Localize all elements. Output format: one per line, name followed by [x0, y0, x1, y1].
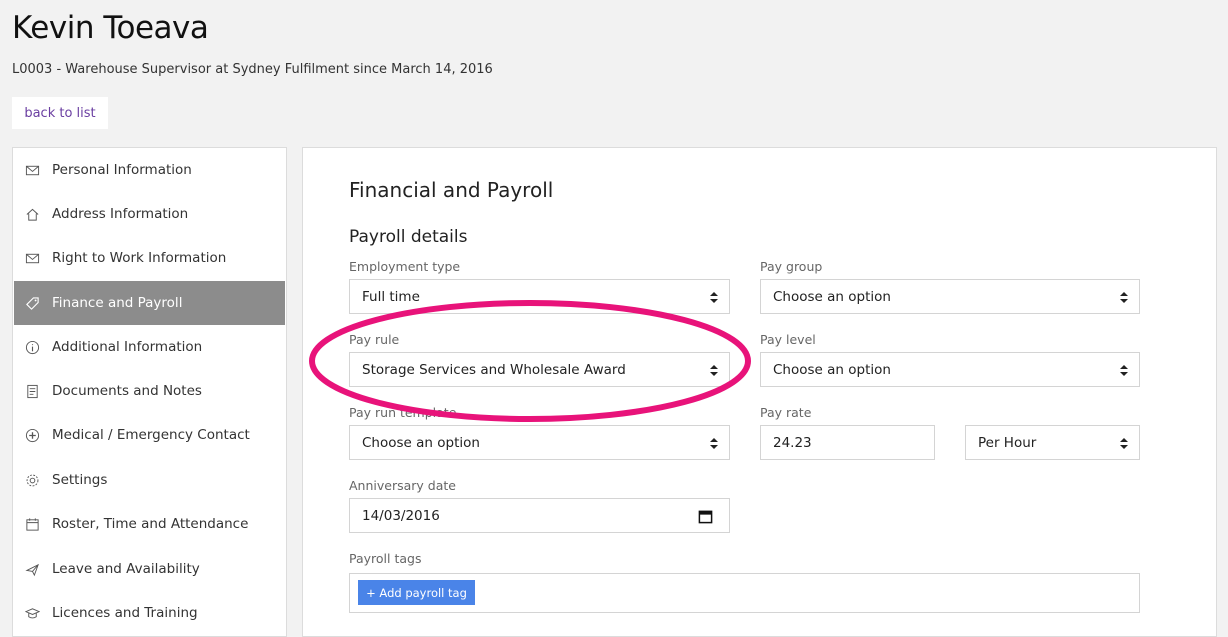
plane-icon [24, 561, 40, 577]
sidebar-item-right-to-work[interactable]: Right to Work Information [14, 236, 285, 280]
medical-plus-icon [24, 427, 40, 443]
select-arrows-icon [1120, 365, 1128, 376]
select-arrows-icon [710, 438, 718, 449]
sidebar-item-personal-information[interactable]: Personal Information [14, 148, 285, 192]
pay-run-template-value: Choose an option [362, 434, 480, 451]
employment-type-label: Employment type [349, 259, 461, 274]
info-icon [24, 339, 40, 355]
main-panel [302, 147, 1217, 637]
sidebar-item-label: Settings [52, 472, 108, 488]
pay-rate-input[interactable]: 24.23 [760, 425, 935, 460]
select-arrows-icon [710, 292, 718, 303]
sidebar-item-label: Documents and Notes [52, 383, 202, 399]
pay-level-label: Pay level [760, 332, 816, 347]
sidebar-item-leave-availability[interactable]: Leave and Availability [14, 547, 285, 591]
pay-rate-unit-value: Per Hour [978, 434, 1037, 451]
anniversary-date-label: Anniversary date [349, 478, 456, 493]
pay-level-select[interactable]: Choose an option [760, 352, 1140, 387]
sidebar-item-label: Roster, Time and Attendance [52, 516, 249, 532]
pay-rule-label: Pay rule [349, 332, 400, 347]
graduation-icon [24, 605, 40, 621]
pay-group-select[interactable]: Choose an option [760, 279, 1140, 314]
select-arrows-icon [710, 365, 718, 376]
pay-group-label: Pay group [760, 259, 823, 274]
employment-type-select[interactable]: Full time [349, 279, 730, 314]
envelope-icon [24, 162, 40, 178]
employment-type-value: Full time [362, 288, 420, 305]
sidebar-item-medical-emergency[interactable]: Medical / Emergency Contact [14, 413, 285, 457]
anniversary-date-value: 14/03/2016 [362, 507, 440, 524]
pay-rate-unit-select[interactable]: Per Hour [965, 425, 1140, 460]
envelope-icon [24, 250, 40, 266]
sidebar-item-label: Leave and Availability [52, 561, 200, 577]
back-to-list-button[interactable]: back to list [12, 97, 108, 129]
pay-rule-select[interactable]: Storage Services and Wholesale Award [349, 352, 730, 387]
select-arrows-icon [1120, 438, 1128, 449]
tag-icon [24, 295, 40, 311]
pay-rate-value: 24.23 [773, 434, 812, 451]
page-title: Financial and Payroll [349, 178, 554, 202]
select-arrows-icon [1120, 292, 1128, 303]
sidebar-item-label: Additional Information [52, 339, 203, 355]
calendar-icon[interactable] [698, 509, 713, 524]
sidebar-item-additional-information[interactable]: Additional Information [14, 325, 285, 369]
employee-name: Kevin Toeava [12, 10, 209, 46]
pay-rule-value: Storage Services and Wholesale Award [362, 361, 626, 378]
calendar-icon [24, 516, 40, 532]
add-payroll-tag-button[interactable]: + Add payroll tag [358, 580, 475, 605]
anniversary-date-input[interactable]: 14/03/2016 [349, 498, 730, 533]
pay-run-template-select[interactable]: Choose an option [349, 425, 730, 460]
sidebar-item-address-information[interactable]: Address Information [14, 192, 285, 236]
payroll-tags-label: Payroll tags [349, 551, 422, 566]
sidebar-item-documents-and-notes[interactable]: Documents and Notes [14, 369, 285, 413]
home-icon [24, 206, 40, 222]
section-title: Payroll details [349, 227, 468, 247]
sidebar-item-label: Medical / Emergency Contact [52, 427, 250, 443]
pay-group-value: Choose an option [773, 288, 891, 305]
sidebar-item-label: Right to Work Information [52, 250, 227, 266]
sidebar-item-label: Finance and Payroll [52, 295, 183, 311]
document-icon [24, 383, 40, 399]
pay-rate-label: Pay rate [760, 405, 812, 420]
pay-run-template-label: Pay run template [349, 405, 457, 420]
sidebar-item-label: Personal Information [52, 162, 192, 178]
sidebar: Personal Information Address Information… [12, 147, 287, 637]
sidebar-item-finance-and-payroll[interactable]: Finance and Payroll [14, 281, 285, 325]
sidebar-item-label: Address Information [52, 206, 189, 222]
gear-icon [24, 472, 40, 488]
sidebar-item-settings[interactable]: Settings [14, 458, 285, 502]
pay-level-value: Choose an option [773, 361, 891, 378]
sidebar-item-roster-time-attendance[interactable]: Roster, Time and Attendance [14, 502, 285, 546]
sidebar-item-licences-training[interactable]: Licences and Training [14, 591, 285, 635]
employee-subtitle: L0003 - Warehouse Supervisor at Sydney F… [12, 62, 493, 77]
sidebar-item-label: Licences and Training [52, 605, 198, 621]
